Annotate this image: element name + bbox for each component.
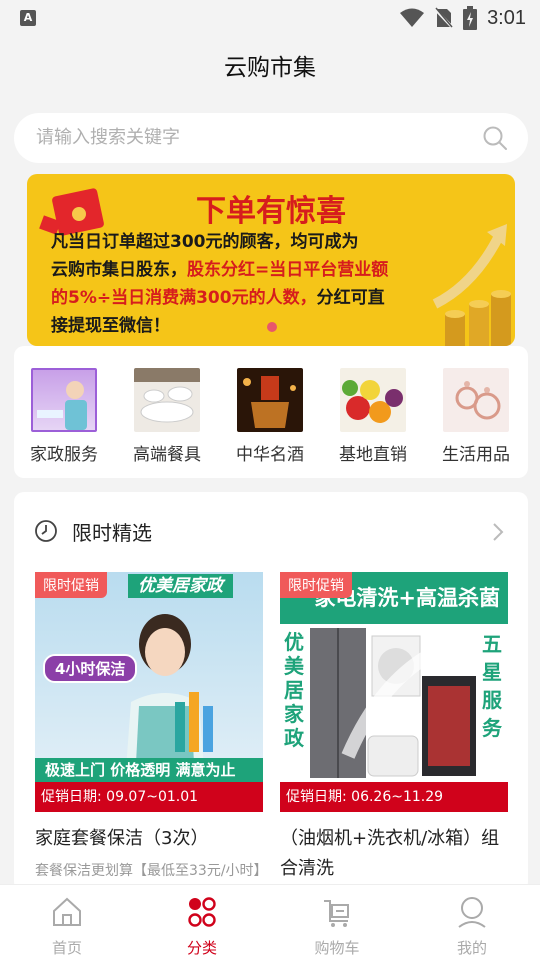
chevron-right-icon[interactable] [492, 522, 504, 542]
wifi-icon [400, 8, 425, 27]
category-housekeeping[interactable]: 家政服务 [14, 368, 114, 465]
category-farm-direct[interactable]: 基地直销 [323, 368, 423, 465]
no-sim-icon [435, 7, 454, 29]
promo-banner[interactable]: 下单有惊喜 凡当日订单超过300元的顾客，均可成为 云购市集日股东，股东分红=当… [27, 174, 515, 346]
category-liquor[interactable]: 中华名酒 [220, 368, 320, 465]
cart-icon [324, 900, 349, 927]
product-card[interactable]: 优美居家政 4小时保洁 极速上门 价格透明 满意为止 限时促销 促销日期: 09… [35, 572, 268, 882]
product-name: （油烟机+洗衣机/冰箱）组合清洗 [280, 828, 500, 879]
banner-line-4: 接提现至微信！ [51, 316, 170, 336]
product-side-text-left: 优美居家政 [284, 630, 304, 750]
category-daily-goods[interactable]: 生活用品 [426, 368, 526, 465]
appliances-illustration [310, 628, 476, 778]
flash-sale-title: 限时精选 [72, 520, 152, 545]
promo-date: 促销日期: 09.07~01.01 [35, 782, 263, 812]
status-bar: A 3:01 [0, 0, 540, 36]
banner-line-1: 凡当日订单超过300元的顾客，均可成为 [51, 232, 359, 252]
system-icons: 3:01 [399, 5, 526, 31]
product-badge: 4小时保洁 [43, 654, 138, 683]
product-image: 优美居家政 4小时保洁 极速上门 价格透明 满意为止 限时促销 促销日期: 09… [35, 572, 263, 812]
tab-profile[interactable]: 我的 [422, 895, 522, 958]
flash-sale-section: 限时精选 优美居家政 4小时保洁 极速上门 价格透明 满意为止 限时促销 促销日… [14, 492, 528, 892]
product-image: 家电清洗+高温杀菌 优美居家政 五星服务 限时促销 促销日期: 06.26~11… [280, 572, 508, 812]
profile-icon [458, 897, 486, 928]
banner-headline: 下单有惊喜 [196, 194, 346, 229]
housekeeping-thumb [31, 368, 97, 432]
search-placeholder: 请输入搜索关键字 [36, 127, 180, 148]
product-banner-text: 优美居家政 [128, 574, 233, 598]
category-tableware[interactable]: 高端餐具 [117, 368, 217, 465]
product-slogan: 极速上门 价格透明 满意为止 [35, 758, 263, 782]
tab-cart[interactable]: 购物车 [287, 895, 387, 958]
tab-home[interactable]: 首页 [17, 895, 117, 958]
tableware-thumb [134, 368, 200, 432]
clock-icon [35, 520, 57, 542]
clock: 3:01 [487, 6, 526, 29]
banner-line-3: 的5%÷当日消费满300元的人数，分红可直 [51, 288, 385, 308]
page-title: 云购市集 [224, 55, 316, 81]
app-notification-icon: A [20, 10, 36, 26]
product-name: 家庭套餐保洁（3次） [35, 828, 209, 849]
banner-body: 凡当日订单超过300元的顾客，均可成为 云购市集日股东，股东分红=当日平台营业额… [51, 228, 441, 340]
search-icon[interactable] [482, 125, 508, 151]
promo-tag: 限时促销 [35, 572, 107, 598]
category-icon [188, 897, 216, 927]
battery-charging-icon [463, 6, 478, 30]
bottom-tab-bar: 首页 分类 购物车 我的 [0, 884, 540, 960]
flash-sale-header[interactable]: 限时精选 [34, 518, 152, 545]
fruit-thumb [340, 368, 406, 432]
cleaner-illustration [125, 614, 213, 782]
promo-tag: 限时促销 [280, 572, 352, 598]
product-side-text-right: 五星服务 [482, 632, 502, 740]
earrings-thumb [443, 368, 509, 432]
promo-date: 促销日期: 06.26~11.29 [280, 782, 508, 812]
search-input[interactable]: 请输入搜索关键字 [14, 113, 528, 163]
liquor-thumb [237, 368, 303, 432]
product-desc: 套餐保洁更划算【最低至33元/小时】 [35, 863, 268, 879]
category-row: 家政服务 高端餐具 中华名酒 基地直销 生活用品 [14, 346, 528, 478]
tab-category[interactable]: 分类 [152, 895, 252, 958]
home-icon [53, 897, 81, 926]
banner-line-2: 云购市集日股东，股东分红=当日平台营业额 [51, 260, 389, 280]
carousel-indicator[interactable] [267, 322, 277, 332]
product-card[interactable]: 家电清洗+高温杀菌 优美居家政 五星服务 限时促销 促销日期: 06.26~11… [280, 572, 508, 884]
